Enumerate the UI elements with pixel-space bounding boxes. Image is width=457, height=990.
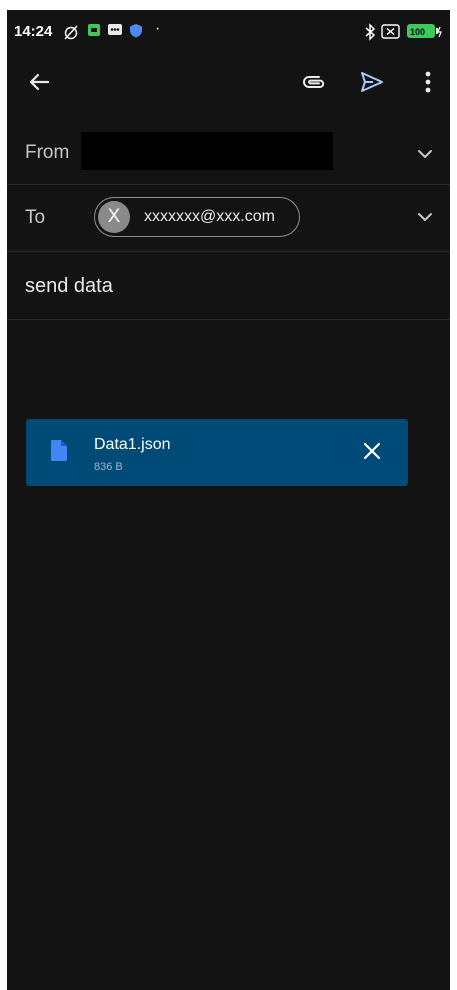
app-notification-icon (87, 23, 101, 41)
status-time: 14:24 (14, 23, 53, 40)
status-bar: 14:24 · 100 (7, 10, 450, 52)
file-icon (50, 439, 68, 467)
more-vert-icon (425, 71, 431, 98)
chat-notification-icon (107, 23, 123, 41)
back-button[interactable] (21, 66, 57, 102)
send-icon (360, 71, 384, 98)
to-expand-button[interactable] (412, 205, 438, 231)
alarm-off-icon (62, 23, 80, 45)
compose-toolbar (7, 58, 450, 108)
bluetooth-icon (364, 23, 376, 45)
compose-screen: 14:24 · 100 From To X xxxxxxx@xxx.com se… (7, 10, 450, 990)
remove-attachment-button[interactable] (358, 439, 386, 467)
to-label: To (25, 207, 46, 228)
more-options-button[interactable] (410, 66, 446, 102)
attach-button[interactable] (297, 66, 333, 102)
from-label: From (25, 142, 70, 163)
subject-field[interactable]: send data (25, 275, 113, 298)
more-notifications-dot-icon: · (155, 20, 161, 37)
chevron-down-icon (417, 209, 433, 227)
body-field[interactable] (7, 320, 450, 410)
close-icon (363, 442, 381, 465)
attachment-size: 836 B (94, 461, 123, 473)
attachment-name: Data1.json (94, 436, 171, 453)
recipient-email: xxxxxxx@xxx.com (144, 208, 275, 225)
paperclip-icon (302, 73, 328, 96)
arrow-left-icon (28, 71, 50, 98)
attachment-card[interactable]: Data1.json 836 B (26, 419, 408, 486)
send-button[interactable] (354, 66, 390, 102)
no-sim-icon (381, 23, 401, 44)
recipient-chip[interactable]: X xxxxxxx@xxx.com (94, 197, 300, 237)
shield-icon (129, 23, 143, 42)
chevron-down-icon (417, 146, 433, 164)
avatar: X (98, 201, 130, 233)
battery-level: 100 (410, 27, 426, 37)
from-account-redacted (81, 132, 333, 170)
from-expand-button[interactable] (412, 142, 438, 168)
